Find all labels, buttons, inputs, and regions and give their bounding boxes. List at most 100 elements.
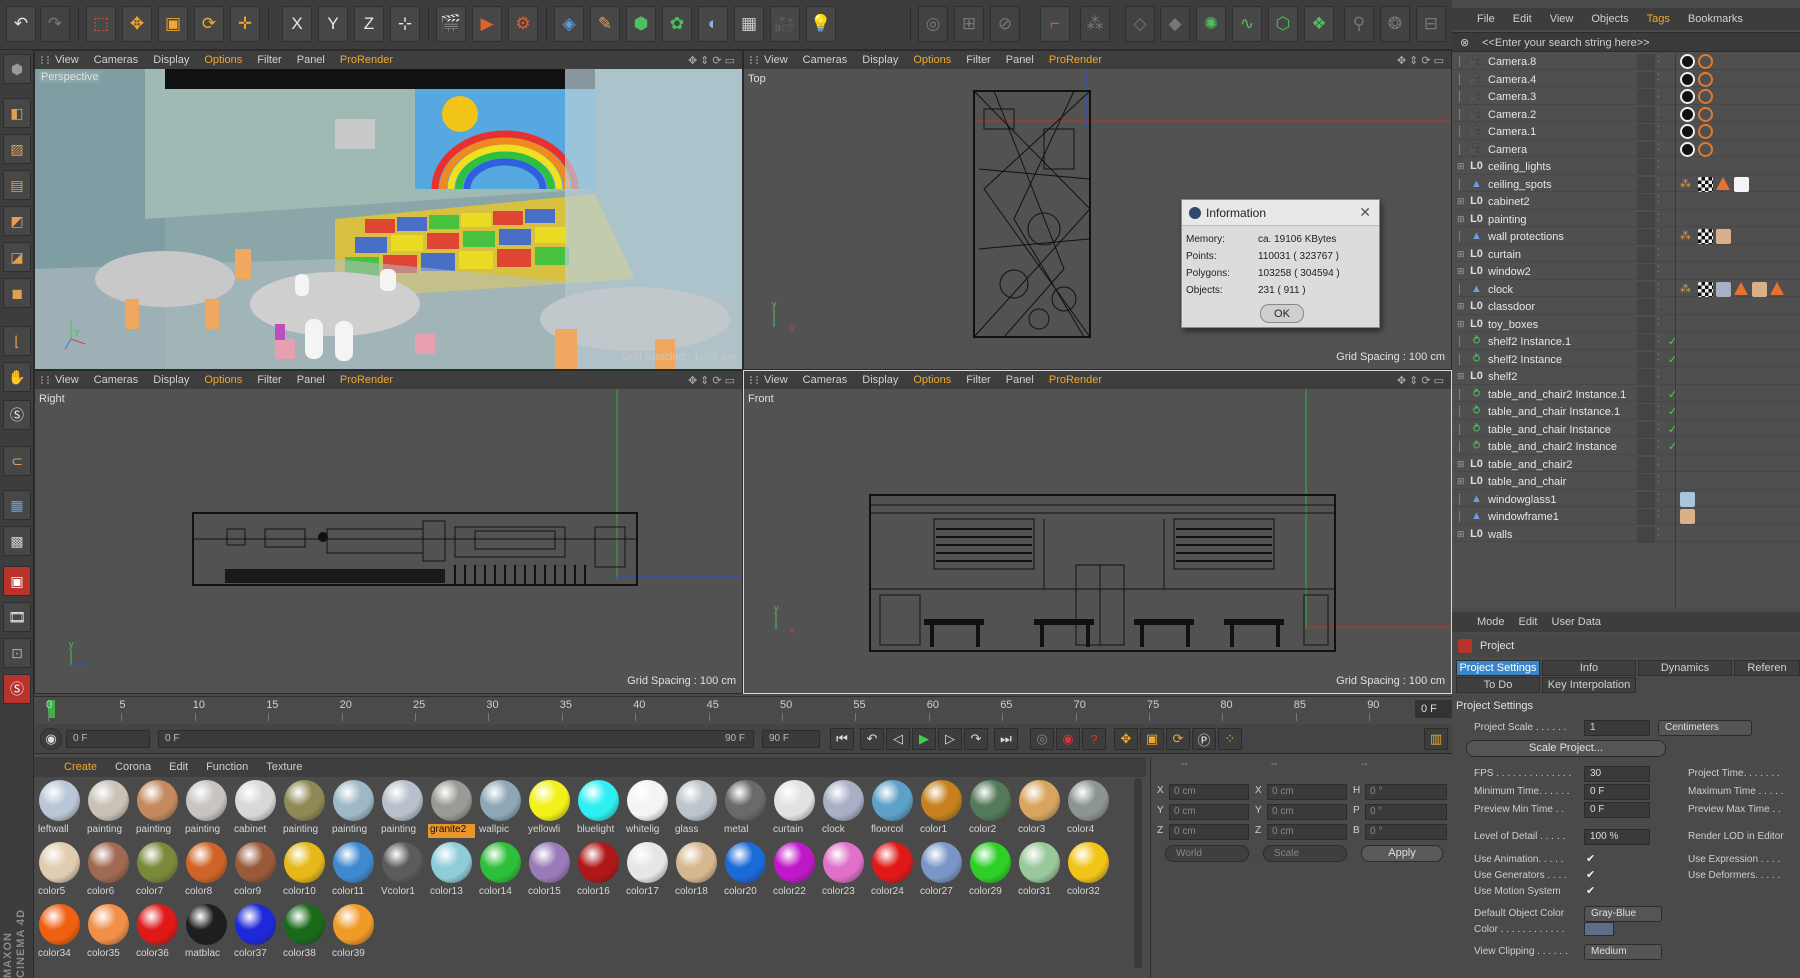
material-swatch[interactable]: color31: [1016, 840, 1063, 902]
viewport-front[interactable]: View Cameras Display Options Filter Pane…: [743, 370, 1452, 694]
scheme-icon[interactable]: ▥: [1424, 728, 1448, 750]
view-clipping-dropdown[interactable]: Medium: [1584, 944, 1662, 960]
object-row[interactable]: │ ▲ wall protections ⁚ ⁂: [1452, 227, 1800, 245]
object-row[interactable]: │ ▲ clock ⁚ ⁂: [1452, 280, 1800, 298]
menu-view[interactable]: View: [55, 374, 79, 386]
instance-icon[interactable]: ❖: [1304, 6, 1334, 42]
points-tool-icon[interactable]: ◩: [3, 206, 31, 236]
tag-uvw-icon[interactable]: [1698, 229, 1713, 244]
layer-visibility-control[interactable]: [1637, 456, 1655, 473]
expand-icon[interactable]: ⊞: [1457, 196, 1465, 207]
menu-filter[interactable]: Filter: [966, 54, 990, 66]
material-swatch[interactable]: color37: [232, 902, 279, 964]
menu-mode[interactable]: Mode: [1477, 616, 1505, 628]
coordinate-mode-dropdown[interactable]: World: [1165, 845, 1249, 862]
layer-visibility-control[interactable]: [1637, 369, 1655, 385]
z-axis-icon[interactable]: Z: [354, 6, 384, 42]
rotate-icon[interactable]: ⟳: [194, 6, 224, 42]
tab-to-do[interactable]: To Do: [1456, 677, 1540, 693]
menu-options[interactable]: Options: [913, 374, 951, 386]
record-settings-icon[interactable]: ◉: [40, 728, 62, 750]
expand-icon[interactable]: ⊞: [1457, 459, 1465, 470]
menu-view[interactable]: View: [764, 374, 788, 386]
visibility-dots-icon[interactable]: ⁚: [1657, 282, 1671, 298]
move-icon[interactable]: ✥: [122, 6, 152, 42]
expand-icon[interactable]: ⊞: [1457, 476, 1465, 487]
minimum-time-input[interactable]: 0 F: [1584, 784, 1650, 800]
preview-range-slider[interactable]: 0 F 90 F: [158, 730, 754, 748]
deformer-icon[interactable]: ◐: [698, 6, 728, 42]
material-swatch[interactable]: color7: [134, 840, 181, 902]
object-row[interactable]: │ ▲ ceiling_spots ⁚ ⁂: [1452, 175, 1800, 193]
visibility-dots-icon[interactable]: ⁚: [1657, 159, 1671, 175]
render-picture-viewer-icon[interactable]: ▶: [472, 6, 502, 42]
material-swatch[interactable]: painting: [85, 778, 132, 840]
viewport-nav-icons[interactable]: ✥⇕⟳▭: [1397, 54, 1447, 67]
object-name[interactable]: wall protections: [1488, 231, 1564, 243]
menu-edit[interactable]: Edit: [1519, 616, 1538, 628]
material-swatch[interactable]: floorcol: [869, 778, 916, 840]
object-row[interactable]: ⊞ L0 classdoor ⁚: [1452, 297, 1800, 315]
tag-uvw-icon[interactable]: [1698, 176, 1713, 192]
object-name[interactable]: window2: [1488, 266, 1531, 278]
tag-material-tan-icon[interactable]: [1716, 229, 1731, 244]
planar-workplane-icon[interactable]: ▩: [3, 526, 31, 556]
floor-icon[interactable]: ▦: [734, 6, 764, 42]
pos-y-input[interactable]: 0 cm: [1169, 804, 1249, 820]
object-name[interactable]: windowglass1: [1488, 494, 1556, 506]
layer-visibility-control[interactable]: [1637, 124, 1655, 140]
axis-mode-icon[interactable]: ⌐: [1040, 6, 1070, 42]
material-swatch[interactable]: wallpic: [477, 778, 524, 840]
level-of-detail-input[interactable]: 100 %: [1584, 829, 1650, 845]
material-swatch[interactable]: curtain: [771, 778, 818, 840]
y-axis-icon[interactable]: Y: [318, 6, 348, 42]
previous-frame-icon[interactable]: ◁: [886, 728, 910, 750]
material-swatch[interactable]: whitelig: [624, 778, 671, 840]
expand-icon[interactable]: ⊞: [1457, 249, 1465, 260]
snapping-icon[interactable]: Ⓢ: [3, 400, 31, 430]
solo-icon[interactable]: ▣: [3, 566, 31, 596]
layer-visibility-control[interactable]: [1637, 211, 1655, 228]
enable-axis-icon[interactable]: ⌊: [3, 326, 31, 356]
apply-button[interactable]: Apply: [1361, 845, 1443, 862]
tag-compositing-icon[interactable]: [1698, 124, 1713, 139]
object-name[interactable]: table_and_chair2 Instance: [1488, 441, 1617, 453]
material-swatch[interactable]: color5: [36, 840, 83, 902]
tag-compositing-icon[interactable]: [1698, 54, 1713, 69]
size-mode-dropdown[interactable]: Scale: [1263, 845, 1347, 862]
use-motion-system-checkbox[interactable]: ✔: [1586, 884, 1595, 897]
material-swatch[interactable]: color8: [183, 840, 230, 902]
tag-compositing-icon[interactable]: [1698, 106, 1713, 122]
workplane-mode-icon[interactable]: ▤: [3, 170, 31, 200]
tab-key-interpolation[interactable]: Key Interpolation: [1542, 677, 1636, 693]
texture-mode-icon[interactable]: ▨: [3, 134, 31, 164]
object-row[interactable]: ⊞ L0 table_and_chair ⁚: [1452, 472, 1800, 490]
object-row[interactable]: │ ⥁ table_and_chair2 Instance.1 ⁚ ✓: [1452, 385, 1800, 403]
menu-create[interactable]: Create: [64, 761, 97, 773]
expand-icon[interactable]: ⊞: [1457, 529, 1465, 540]
visibility-dots-icon[interactable]: ⁚: [1657, 527, 1671, 543]
object-name[interactable]: windowframe1: [1488, 511, 1559, 523]
material-swatch[interactable]: Vcolor1: [379, 840, 426, 902]
layer-visibility-control[interactable]: [1637, 141, 1655, 158]
object-name[interactable]: Camera.8: [1488, 56, 1536, 68]
visibility-dots-icon[interactable]: ⁚: [1657, 369, 1671, 385]
material-swatch[interactable]: color20: [722, 840, 769, 902]
visibility-dots-icon[interactable]: ⁚: [1657, 142, 1671, 158]
object-name[interactable]: table_and_chair Instance.1: [1488, 406, 1620, 418]
edges-mode-icon[interactable]: ◇: [1125, 6, 1155, 42]
material-swatch[interactable]: color4: [1065, 778, 1112, 840]
tag-phong-icon[interactable]: ⁂: [1680, 229, 1695, 244]
tag-phong-icon[interactable]: ⁂: [1680, 177, 1695, 192]
material-swatch[interactable]: color23: [820, 840, 867, 902]
menu-display[interactable]: Display: [862, 374, 898, 386]
previous-key-icon[interactable]: ↶: [860, 728, 884, 750]
viewport-nav-icons[interactable]: ✥⇕⟳▭: [1397, 374, 1447, 387]
record-icon[interactable]: ◎: [1030, 728, 1054, 750]
visibility-dots-icon[interactable]: ⁚: [1657, 54, 1671, 70]
object-row[interactable]: │ 🎥 Camera.4 ⁚: [1452, 70, 1800, 88]
character-icon[interactable]: ⚲: [1344, 6, 1374, 42]
menu-display[interactable]: Display: [153, 54, 189, 66]
visibility-dots-icon[interactable]: ⁚: [1657, 194, 1671, 210]
menu-panel[interactable]: Panel: [297, 54, 325, 66]
